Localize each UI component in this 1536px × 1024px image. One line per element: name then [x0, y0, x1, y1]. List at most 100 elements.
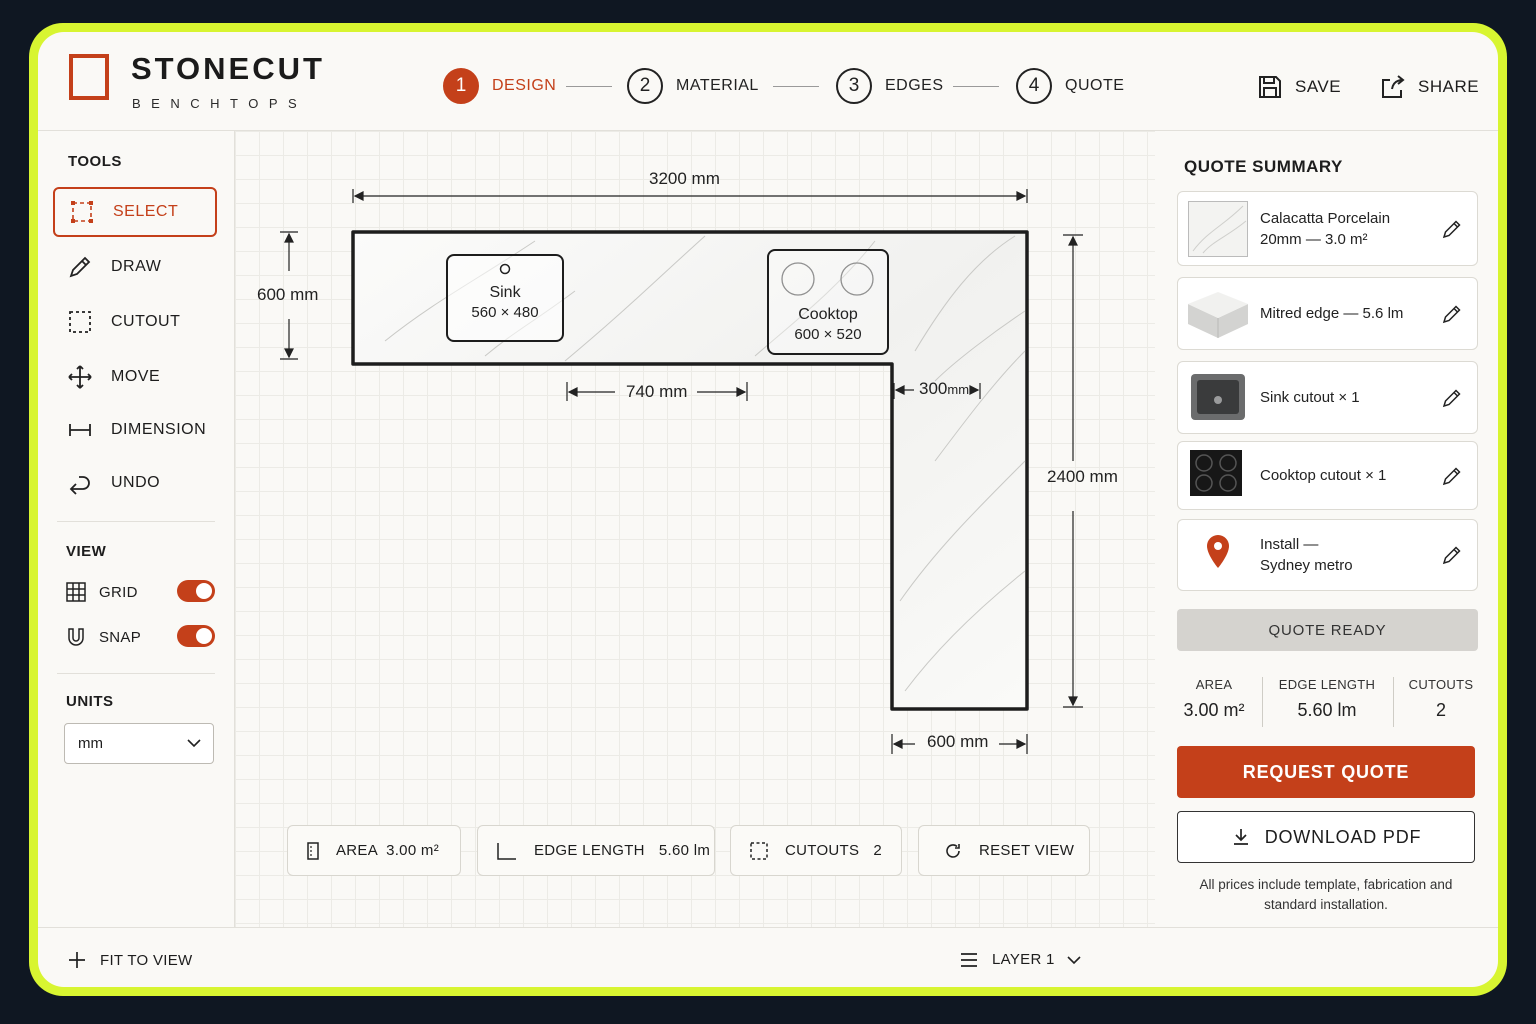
stat-label: CUTOUTS: [1408, 677, 1474, 692]
edit-icon[interactable]: [1441, 303, 1463, 325]
divider: [57, 521, 215, 522]
brand-subtitle: BENCHTOPS: [132, 96, 308, 111]
tool-label: DRAW: [111, 258, 162, 275]
grid-toggle[interactable]: [177, 580, 215, 602]
area-icon: [307, 841, 319, 860]
area-label: AREA: [336, 842, 379, 859]
tool-label: SELECT: [113, 203, 179, 220]
dim-left-depth: 600 mm: [257, 285, 319, 304]
tool-draw[interactable]: DRAW: [53, 242, 217, 292]
step-quote[interactable]: 4 QUOTE: [1016, 68, 1124, 104]
benchtop-drawing: [280, 189, 1083, 754]
edge-card: Mitred edge — 5.6 lm: [1177, 277, 1478, 350]
step-number: 4: [1016, 68, 1052, 104]
tool-label: DIMENSION: [111, 421, 207, 438]
install-line2: Sydney metro: [1260, 557, 1353, 574]
units-value: mm: [78, 735, 103, 752]
reset-view-button[interactable]: RESET VIEW: [918, 825, 1090, 876]
download-icon: [1233, 829, 1248, 845]
snap-toggle[interactable]: [177, 625, 215, 647]
logo-icon: [69, 54, 109, 100]
sink-card: Sink cutout × 1: [1177, 361, 1478, 434]
sink-text: Sink cutout × 1: [1260, 389, 1360, 406]
step-number: 3: [836, 68, 872, 104]
design-canvas[interactable]: 3200 mm 600 mm 740 mm 300mm 2400 mm 600 …: [235, 131, 1155, 927]
dim-inner-gap: 300mm: [919, 379, 969, 399]
dim-right-height: 2400 mm: [1047, 467, 1118, 486]
quote-title: QUOTE SUMMARY: [1184, 157, 1343, 176]
tool-label: CUTOUT: [111, 313, 181, 330]
units-select[interactable]: mm: [64, 723, 214, 764]
sink-cutout[interactable]: Sink 560 × 480: [446, 254, 564, 342]
layer-selector[interactable]: LAYER 1: [960, 951, 1081, 968]
step-number: 2: [627, 68, 663, 104]
view-title: VIEW: [66, 543, 107, 560]
app-frame: STONECUT BENCHTOPS 1 DESIGN 2 MATERIAL 3…: [29, 23, 1507, 996]
edit-icon[interactable]: [1441, 544, 1463, 566]
request-quote-button[interactable]: REQUEST QUOTE: [1177, 746, 1475, 798]
refresh-icon: [946, 843, 960, 858]
share-label: SHARE: [1418, 77, 1480, 96]
cooktop-text: Cooktop cutout × 1: [1260, 467, 1387, 484]
cooktop-cutout[interactable]: Cooktop 600 × 520: [767, 249, 889, 355]
step-label: DESIGN: [492, 77, 557, 94]
cutouts-pill: CUTOUTS 2: [730, 825, 902, 876]
grid-icon: [66, 582, 86, 602]
cooktop-size: 600 × 520: [794, 326, 862, 343]
location-pin-icon: [1207, 535, 1229, 568]
stat-edge-length: EDGE LENGTH 5.60 lm: [1267, 677, 1387, 721]
undo-icon: [69, 476, 90, 495]
quote-status-badge: QUOTE READY: [1177, 609, 1478, 651]
material-name: Calacatta Porcelain: [1260, 209, 1391, 227]
brand-name: STONECUT: [131, 51, 325, 86]
step-material[interactable]: 2 MATERIAL: [627, 68, 759, 104]
sink-name: Sink: [489, 284, 521, 301]
install-card: Install — Sydney metro: [1177, 519, 1478, 591]
material-card: Calacatta Porcelain 20mm — 3.0 m²: [1177, 191, 1478, 266]
tool-dimension[interactable]: DIMENSION: [53, 405, 217, 455]
plus-icon: [69, 952, 85, 968]
save-button[interactable]: SAVE: [1257, 72, 1341, 102]
cooktop-icon: [1190, 449, 1242, 496]
snap-toggle-row: SNAP: [65, 624, 215, 650]
edit-icon[interactable]: [1441, 387, 1463, 409]
stat-label: AREA: [1195, 677, 1233, 692]
app-window: STONECUT BENCHTOPS 1 DESIGN 2 MATERIAL 3…: [38, 32, 1498, 987]
cooktop-name: Cooktop: [798, 306, 858, 323]
magnet-icon: [68, 628, 84, 646]
tools-title: TOOLS: [68, 153, 122, 170]
stat-value: 5.60 lm: [1297, 700, 1357, 720]
stat-divider: [1262, 677, 1263, 727]
dim-inner-gap-unit: mm: [947, 382, 970, 397]
header: STONECUT BENCHTOPS 1 DESIGN 2 MATERIAL 3…: [38, 32, 1498, 131]
tool-cutout[interactable]: CUTOUT: [53, 297, 217, 347]
install-line1: Install —: [1260, 536, 1319, 553]
tool-label: UNDO: [111, 474, 161, 491]
edge-icon: [497, 842, 516, 860]
step-number: 1: [443, 68, 479, 104]
dim-inner-run: 740 mm: [626, 382, 688, 401]
snap-label: SNAP: [99, 628, 142, 646]
stat-divider: [1393, 677, 1394, 727]
move-icon: [68, 365, 92, 389]
fit-to-view-button[interactable]: FIT TO VIEW: [68, 951, 192, 969]
step-edges[interactable]: 3 EDGES: [836, 68, 944, 104]
area-pill: AREA 3.00 m²: [287, 825, 461, 876]
fit-to-view-label: FIT TO VIEW: [100, 951, 193, 969]
download-pdf-button[interactable]: DOWNLOAD PDF: [1177, 811, 1475, 863]
grid-toggle-row: GRID: [65, 579, 215, 605]
stat-value: 2: [1435, 700, 1446, 720]
step-connector: [953, 86, 999, 87]
edit-icon[interactable]: [1441, 465, 1463, 487]
share-button[interactable]: SHARE: [1380, 72, 1479, 102]
sink-icon: [1191, 373, 1245, 420]
edge-length-label: EDGE LENGTH: [534, 842, 645, 859]
tool-undo[interactable]: UNDO: [53, 458, 217, 508]
dim-top-width: 3200 mm: [649, 169, 720, 188]
step-label: QUOTE: [1065, 77, 1125, 94]
material-detail: 20mm — 3.0 m²: [1260, 230, 1368, 248]
edit-icon[interactable]: [1441, 218, 1463, 240]
tool-move[interactable]: MOVE: [53, 352, 217, 402]
tool-select[interactable]: SELECT: [53, 187, 217, 237]
step-design[interactable]: 1 DESIGN: [443, 68, 556, 104]
